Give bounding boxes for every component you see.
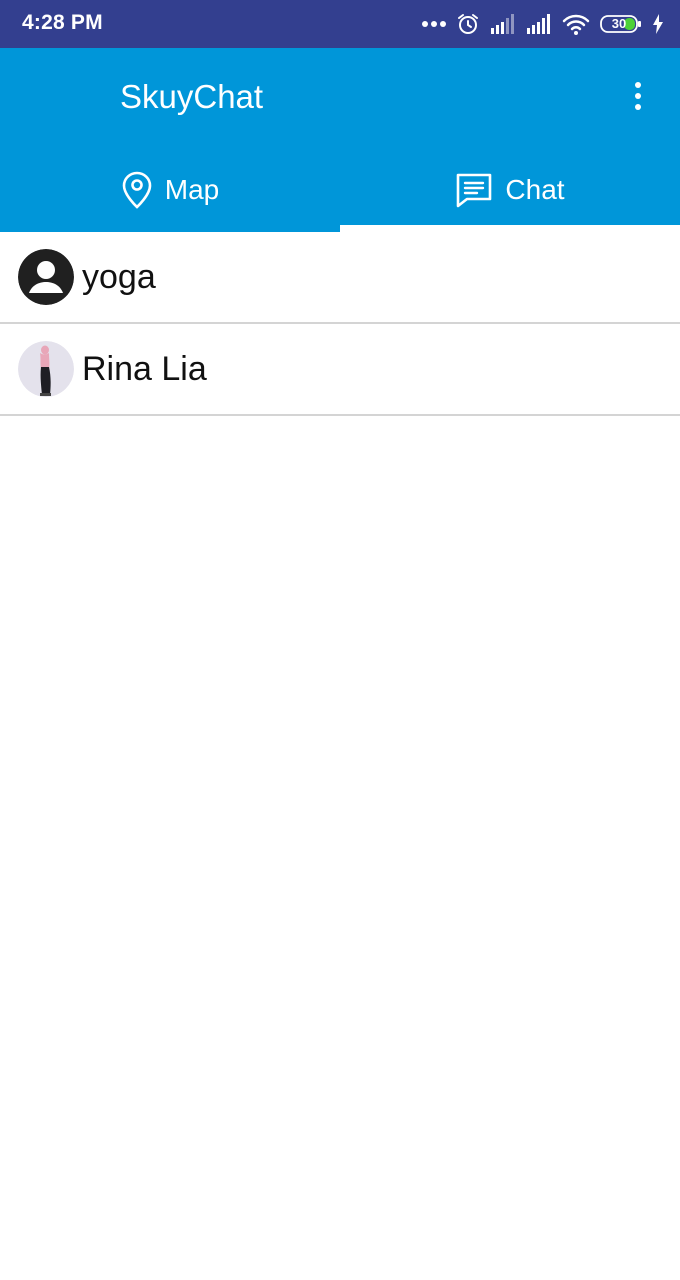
status-time: 4:28 PM: [22, 11, 103, 34]
tab-map-label: Map: [164, 174, 220, 205]
chat-bubble-icon: [455, 172, 493, 208]
status-bar: 4:28 PM 30: [0, 0, 680, 48]
more-vert-icon[interactable]: [626, 76, 650, 120]
list-item[interactable]: yoga: [0, 232, 680, 324]
tab-bar: Map Chat: [0, 148, 680, 232]
tab-selected-indicator: [340, 225, 680, 232]
app-title: SkuyChat: [120, 78, 264, 115]
tab-chat[interactable]: Chat: [340, 148, 680, 232]
chat-list: yoga Rina Lia: [0, 232, 680, 416]
status-icons: 30: [422, 10, 664, 38]
wifi-icon: [562, 13, 590, 35]
signal-icon: [490, 14, 516, 34]
alarm-icon: [456, 12, 480, 36]
chat-name: Rina Lia: [82, 350, 207, 388]
chat-name: yoga: [82, 258, 156, 296]
tab-map[interactable]: Map: [0, 148, 340, 232]
list-item[interactable]: Rina Lia: [0, 324, 680, 416]
app-screen: 4:28 PM 30 SkuyChat Map Chat yoga Rina L…: [0, 0, 680, 1280]
map-pin-icon: [121, 171, 153, 209]
profile-photo: [18, 341, 74, 397]
tab-chat-label: Chat: [505, 174, 565, 205]
signal-icon: [526, 14, 552, 34]
battery-icon: 30: [600, 15, 642, 33]
charging-icon: [652, 14, 664, 34]
default-person-avatar: [18, 249, 74, 305]
battery-level: 30: [611, 16, 627, 31]
more-dots-icon: [422, 20, 446, 28]
app-bar: SkuyChat: [0, 48, 680, 148]
